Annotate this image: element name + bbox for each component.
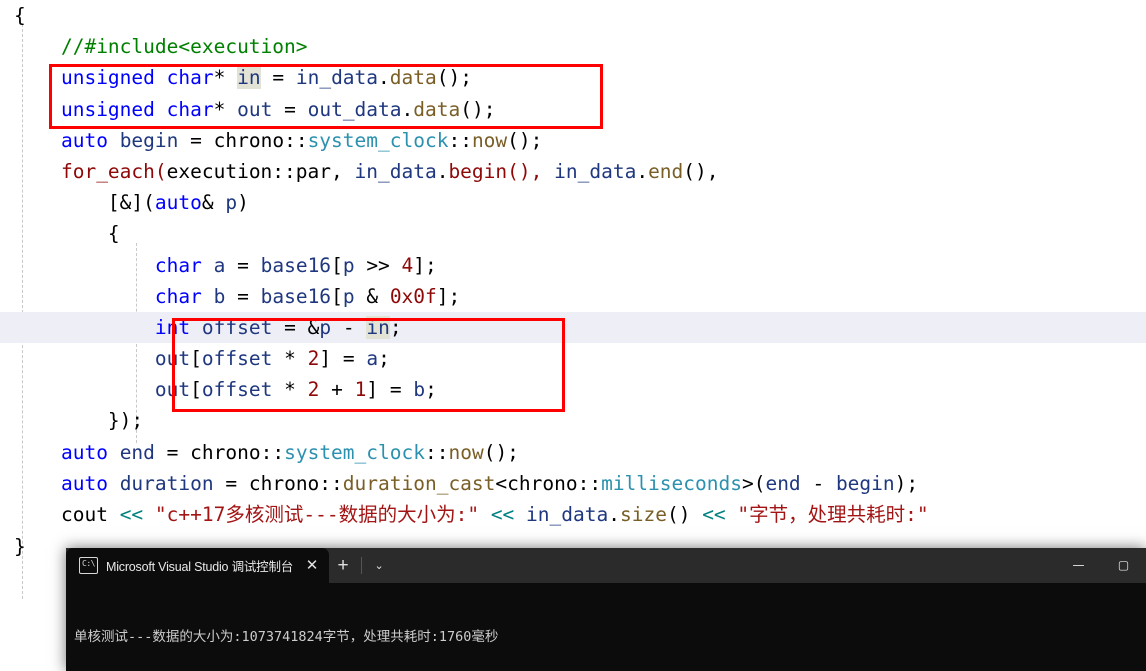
minimize-button[interactable]: — <box>1056 548 1101 583</box>
close-icon[interactable]: ✕ <box>301 548 323 583</box>
new-tab-button[interactable]: + <box>329 548 357 583</box>
code-line-10[interactable]: char b = base16[p & 0x0f]; <box>0 281 1146 312</box>
terminal-output-line: 单核测试---数据的大小为:1073741824字节，处理共耗时:1760毫秒 <box>74 628 499 645</box>
toolbar-divider <box>361 557 363 574</box>
code-line-5[interactable]: auto begin = chrono::system_clock::now()… <box>0 125 1146 156</box>
chevron-down-icon[interactable]: ⌄ <box>366 548 392 583</box>
code-line-list[interactable]: { //#include<execution> unsigned char* i… <box>0 0 1146 563</box>
code-line-13[interactable]: out[offset * 2 + 1] = b; <box>0 374 1146 405</box>
maximize-button[interactable]: ▢ <box>1101 548 1146 583</box>
code-line-15[interactable]: auto end = chrono::system_clock::now(); <box>0 437 1146 468</box>
code-line-3[interactable]: unsigned char* in = in_data.data(); <box>0 62 1146 93</box>
code-line-8[interactable]: { <box>0 218 1146 249</box>
code-line-14[interactable]: }); <box>0 405 1146 436</box>
code-line-17[interactable]: cout << "c++17多核测试---数据的大小为:" << in_data… <box>0 499 1146 530</box>
terminal-titlebar[interactable]: C:\ Microsoft Visual Studio 调试控制台 ✕ + ⌄ … <box>66 548 1146 583</box>
code-line-7[interactable]: [&](auto& p) <box>0 187 1146 218</box>
terminal-window[interactable]: C:\ Microsoft Visual Studio 调试控制台 ✕ + ⌄ … <box>66 548 1146 671</box>
code-line-4[interactable]: unsigned char* out = out_data.data(); <box>0 94 1146 125</box>
code-line-1[interactable]: { <box>0 0 1146 31</box>
terminal-tab-title: Microsoft Visual Studio 调试控制台 <box>106 560 294 574</box>
window-controls[interactable]: — ▢ <box>1056 548 1146 583</box>
code-line-6[interactable]: for_each(execution::par, in_data.begin()… <box>0 156 1146 187</box>
terminal-tab[interactable]: C:\ Microsoft Visual Studio 调试控制台 ✕ <box>66 548 330 583</box>
code-line-12[interactable]: out[offset * 2] = a; <box>0 343 1146 374</box>
console-icon: C:\ <box>79 557 98 574</box>
terminal-output[interactable]: 单核测试---数据的大小为:1073741824字节，处理共耗时:1760毫秒 … <box>66 583 1146 671</box>
code-line-16[interactable]: auto duration = chrono::duration_cast<ch… <box>0 468 1146 499</box>
code-line-9[interactable]: char a = base16[p >> 4]; <box>0 250 1146 281</box>
code-line-11[interactable]: int offset = &p - in; <box>0 311 1146 344</box>
code-line-2[interactable]: //#include<execution> <box>0 31 1146 62</box>
